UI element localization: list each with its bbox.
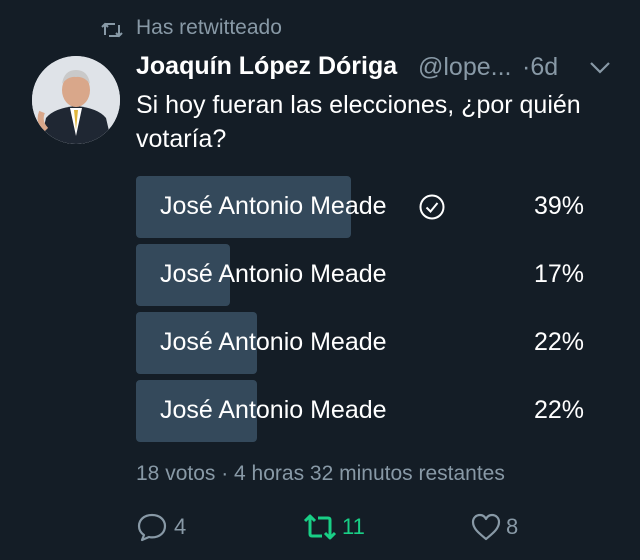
heart-icon xyxy=(471,513,501,541)
tweet-header: Joaquín López Dóriga @lope... ·6d xyxy=(136,50,616,86)
avatar-image xyxy=(32,56,120,144)
like-count: 8 xyxy=(506,514,519,539)
retweet-banner: Has retwitteado xyxy=(0,14,640,44)
reply-count: 4 xyxy=(174,514,187,539)
author-handle[interactable]: @lope... xyxy=(418,53,511,82)
retweet-banner-text: Has retwitteado xyxy=(136,16,282,39)
tweet-text: Si hoy fueran las elecciones, ¿por quién… xyxy=(136,91,581,153)
avatar[interactable] xyxy=(32,56,120,144)
tweet-time[interactable]: ·6d xyxy=(522,53,558,82)
poll-option-label: José Antonio Meade xyxy=(160,328,387,356)
poll-option: José Antonio Meade 17% xyxy=(136,244,596,306)
check-circle-icon xyxy=(419,194,445,220)
poll-option-percent: 39% xyxy=(533,192,584,220)
tweet-actions: 4 11 8 xyxy=(136,508,596,548)
poll-option-label: José Antonio Meade xyxy=(160,396,387,424)
poll-option: José Antonio Meade 22% xyxy=(136,312,596,374)
poll-meta: 18 votos · 4 horas 32 minutos restantes xyxy=(136,462,505,485)
poll-option: José Antonio Meade 39% xyxy=(136,176,596,238)
poll-option-label: José Antonio Meade xyxy=(160,260,387,288)
retweet-icon xyxy=(303,514,337,540)
poll-option: José Antonio Meade 22% xyxy=(136,380,596,442)
poll-option-percent: 22% xyxy=(533,328,584,356)
chevron-down-icon[interactable] xyxy=(588,60,612,76)
retweet-icon xyxy=(101,22,123,38)
poll-option-percent: 17% xyxy=(533,260,584,288)
poll-option-percent: 22% xyxy=(533,396,584,424)
author-name[interactable]: Joaquín López Dóriga xyxy=(136,52,397,81)
reply-icon xyxy=(137,513,167,542)
retweet-count: 11 xyxy=(342,514,365,539)
poll-option-label: José Antonio Meade xyxy=(160,192,387,220)
